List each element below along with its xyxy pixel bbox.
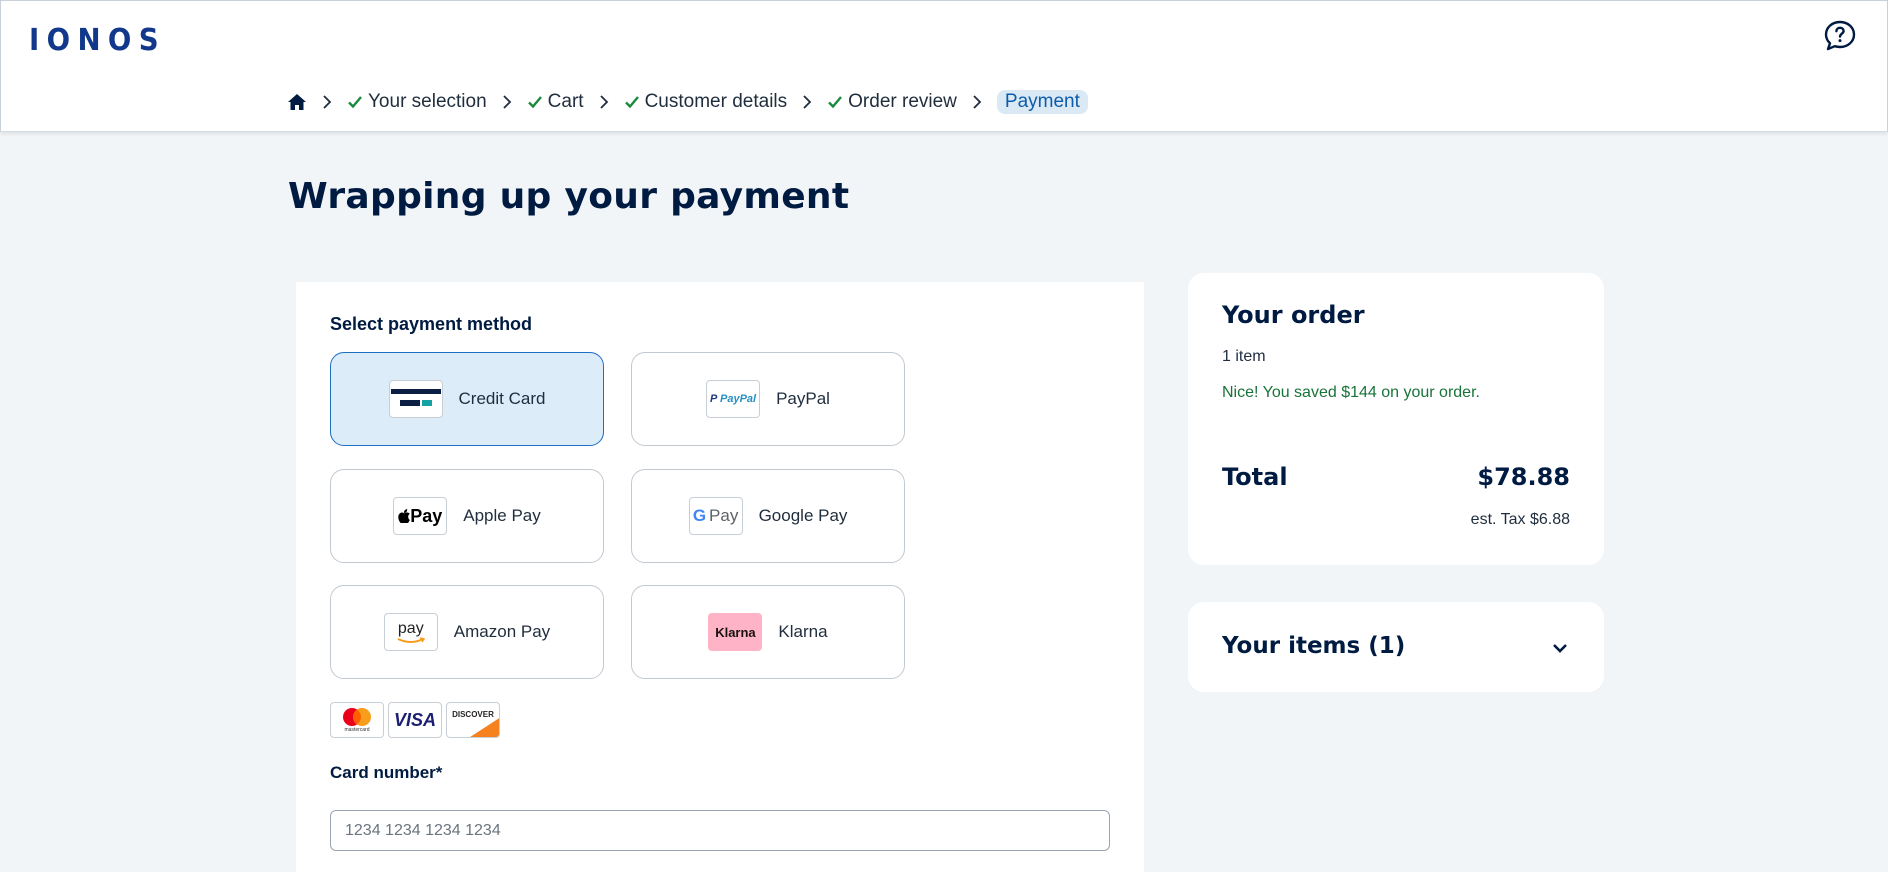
- checkmark-icon: [624, 96, 639, 109]
- breadcrumb-step-your-selection[interactable]: Your selection: [347, 91, 487, 113]
- chevron-right-icon: [973, 95, 982, 109]
- order-tax: est. Tax $6.88: [1470, 511, 1570, 528]
- breadcrumb-step-cart[interactable]: Cart: [527, 91, 584, 113]
- checkmark-icon: [828, 96, 843, 109]
- order-item-count: 1 item: [1222, 348, 1266, 365]
- payment-option-label: Credit Card: [458, 389, 546, 408]
- klarna-logo: Klarna: [708, 613, 763, 651]
- chevron-right-icon: [503, 95, 511, 109]
- order-summary-card: Your order 1 item Nice! You saved $144 o…: [1188, 273, 1604, 565]
- klarna-logo-text: Klarna: [715, 624, 756, 640]
- breadcrumb: Your selection Cart Customer details Ord…: [287, 87, 1088, 117]
- breadcrumb-step-customer-details[interactable]: Customer details: [624, 91, 788, 113]
- amazon-smile-icon: [397, 636, 426, 643]
- amazon-pay-logo: pay: [383, 613, 438, 651]
- breadcrumb-step-label: Cart: [547, 91, 584, 112]
- items-title: Your items (1): [1222, 633, 1406, 659]
- breadcrumb-step-label: Customer details: [644, 91, 788, 112]
- apple-pay-logo: Pay: [393, 497, 448, 535]
- paypal-logo-text: PayPal: [720, 393, 757, 405]
- checkmark-icon: [527, 96, 542, 109]
- breadcrumb-step-payment: Payment: [996, 90, 1088, 114]
- payment-option-paypal[interactable]: P PayPal PayPal: [631, 352, 905, 446]
- payment-card: Select payment method Credit Card P PayP…: [296, 282, 1144, 872]
- mastercard-logo: mastercard: [330, 702, 384, 738]
- ionos-logo[interactable]: IONOS: [29, 23, 166, 58]
- chat-help-icon[interactable]: [1823, 19, 1857, 53]
- payment-option-amazon-pay[interactable]: pay Amazon Pay: [330, 585, 604, 679]
- header: IONOS Your selection Cart Customer detai…: [0, 0, 1888, 132]
- payment-option-klarna[interactable]: Klarna Klarna: [631, 585, 905, 679]
- chevron-right-icon: [323, 95, 332, 109]
- order-total-value: $78.88: [1477, 463, 1570, 491]
- discover-logo: DISCOVER: [446, 702, 500, 738]
- credit-card-icon: [388, 380, 443, 418]
- payment-option-google-pay[interactable]: G Pay Google Pay: [631, 469, 905, 563]
- mastercard-logo-text: mastercard: [344, 727, 370, 733]
- chevron-right-icon: [599, 95, 608, 109]
- breadcrumb-step-label: Your selection: [368, 91, 487, 112]
- order-total-label: Total: [1222, 463, 1288, 491]
- payment-option-apple-pay[interactable]: Pay Apple Pay: [330, 469, 604, 563]
- card-number-input[interactable]: [330, 810, 1110, 851]
- page-title: Wrapping up your payment: [288, 176, 850, 217]
- google-pay-logo: G Pay: [688, 497, 743, 535]
- card-brand-badges: mastercard VISA DISCOVER: [330, 702, 500, 738]
- order-savings-message: Nice! You saved $144 on your order.: [1222, 384, 1480, 401]
- paypal-logo: P PayPal: [706, 380, 761, 418]
- home-icon[interactable]: [287, 92, 307, 112]
- visa-logo-text: VISA: [393, 709, 436, 730]
- apple-pay-logo-text: Pay: [410, 505, 443, 526]
- order-title: Your order: [1222, 301, 1365, 329]
- payment-option-label: PayPal: [776, 389, 830, 408]
- discover-logo-text: DISCOVER: [452, 710, 494, 719]
- breadcrumb-step-order-review[interactable]: Order review: [827, 91, 957, 113]
- visa-logo: VISA: [388, 702, 442, 738]
- payment-method-label: Select payment method: [330, 314, 533, 334]
- payment-option-label: Apple Pay: [463, 506, 541, 525]
- payment-option-credit-card[interactable]: Credit Card: [330, 352, 604, 446]
- checkmark-icon: [348, 96, 362, 109]
- chevron-down-icon[interactable]: [1550, 638, 1570, 658]
- items-accordion[interactable]: Your items (1): [1188, 602, 1604, 692]
- chevron-right-icon: [803, 95, 812, 109]
- payment-option-label: Google Pay: [758, 506, 848, 525]
- amazon-pay-logo-text: pay: [397, 619, 424, 637]
- apple-icon: [398, 509, 411, 523]
- payment-option-label: Amazon Pay: [453, 622, 551, 641]
- google-pay-logo-text: Pay: [709, 506, 739, 525]
- breadcrumb-step-label: Order review: [848, 91, 957, 112]
- google-g-icon: G: [692, 506, 707, 525]
- card-number-label: Card number*: [330, 763, 443, 782]
- payment-option-label: Klarna: [778, 622, 828, 641]
